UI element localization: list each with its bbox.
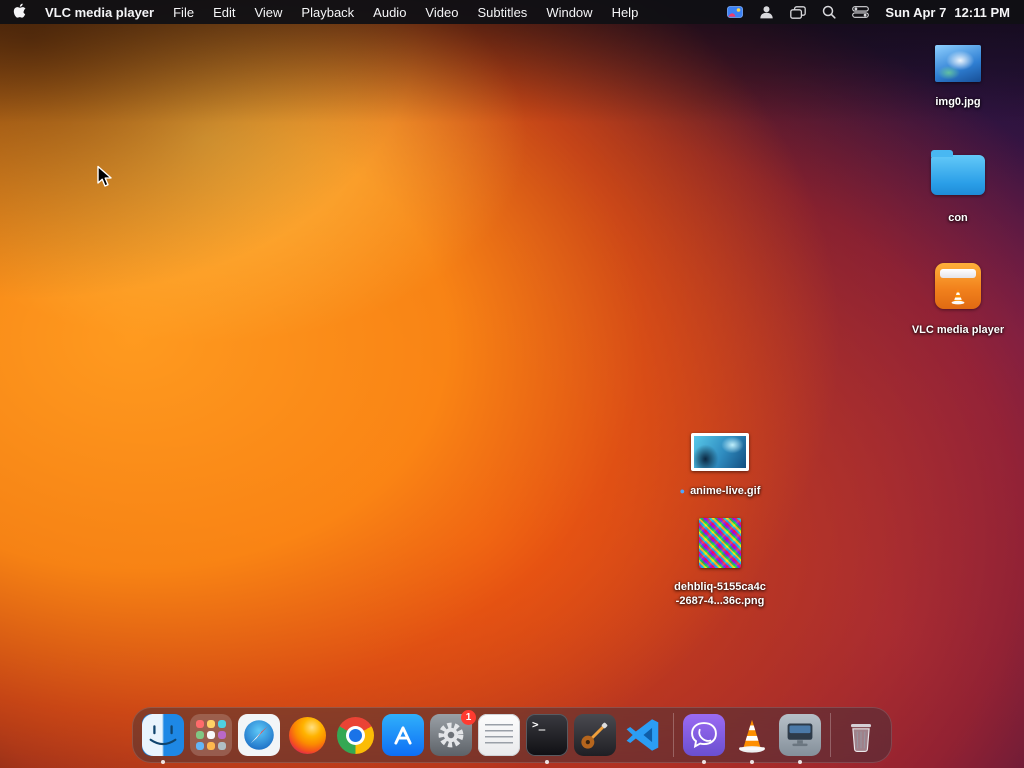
menu-video[interactable]: Video xyxy=(425,5,458,20)
desktop: VLC media player File Edit View Playback… xyxy=(0,0,1024,768)
screen-mirroring-icon[interactable] xyxy=(727,5,744,19)
desktop-icon-label: VLC media player xyxy=(911,324,1005,336)
desktop-icon-img0[interactable]: img0.jpg xyxy=(903,45,1013,109)
desktop-icon-vlc-drive[interactable]: VLC media player xyxy=(903,263,1013,337)
vscode-icon xyxy=(626,719,659,751)
dock-item-app-store[interactable] xyxy=(382,714,424,756)
label-line-1: dehbliq-5155ca4c xyxy=(674,581,766,593)
dock-item-terminal[interactable]: >_ xyxy=(526,714,568,764)
dock-item-trash[interactable] xyxy=(840,714,882,756)
desktop-icon-dehbliq[interactable]: dehbliq-5155ca4c -2687-4...36c.png xyxy=(661,518,779,609)
dock-item-display-app[interactable] xyxy=(779,714,821,764)
menu-help[interactable]: Help xyxy=(612,5,639,20)
apple-icon xyxy=(13,3,26,18)
menu-view[interactable]: View xyxy=(254,5,282,20)
menu-bar-status: Sun Apr 7 12:11 PM xyxy=(727,5,1024,20)
viber-icon xyxy=(683,714,725,756)
user-switch-icon[interactable] xyxy=(759,5,774,19)
image-thumbnail-icon xyxy=(699,518,741,568)
wallpaper xyxy=(0,0,1024,768)
app-store-icon xyxy=(382,714,424,756)
menu-bar-left: VLC media player File Edit View Playback… xyxy=(0,3,638,22)
spotlight-icon[interactable] xyxy=(822,5,837,19)
running-indicator xyxy=(702,760,706,764)
desktop-icon-label: dehbliq-5155ca4c -2687-4...36c.png xyxy=(674,580,766,609)
dock-item-system-settings[interactable]: 1 xyxy=(430,710,476,756)
dock-item-garageband[interactable] xyxy=(574,714,616,756)
dock-item-chrome[interactable] xyxy=(334,714,376,756)
menu-edit[interactable]: Edit xyxy=(213,5,235,20)
dock-item-launchpad[interactable] xyxy=(190,714,232,756)
display-app-icon xyxy=(779,714,821,756)
textedit-icon xyxy=(478,714,520,756)
dock-item-firefox[interactable] xyxy=(286,714,328,756)
apple-menu[interactable] xyxy=(13,3,26,22)
garageband-icon xyxy=(574,714,616,756)
dock-item-vscode[interactable] xyxy=(622,714,664,756)
menu-audio[interactable]: Audio xyxy=(373,5,406,20)
menu-subtitles[interactable]: Subtitles xyxy=(477,5,527,20)
finder-icon xyxy=(142,714,184,756)
dock-item-safari[interactable] xyxy=(238,714,280,756)
dock: 1 >_ xyxy=(132,707,892,764)
menu-clock-time: 12:11 PM xyxy=(954,4,1010,20)
vlc-cone-icon xyxy=(739,719,765,753)
desktop-icon-label: anime-live.gif xyxy=(690,485,761,497)
menu-clock-date: Sun Apr 7 xyxy=(885,4,947,20)
running-indicator xyxy=(798,760,802,764)
terminal-icon: >_ xyxy=(526,714,568,756)
dock-divider xyxy=(673,713,674,757)
image-thumbnail-icon xyxy=(691,433,749,471)
dock-item-viber[interactable] xyxy=(683,714,725,764)
dock-item-vlc[interactable] xyxy=(731,714,773,764)
sync-status-dot: ● xyxy=(679,485,686,496)
running-indicator xyxy=(161,760,165,764)
control-center-icon[interactable] xyxy=(852,6,870,18)
firefox-icon xyxy=(288,716,326,754)
safari-icon xyxy=(238,714,280,756)
desktop-icon-label: con xyxy=(948,212,968,224)
vlc-cone-icon xyxy=(951,289,965,305)
dock-item-textedit[interactable] xyxy=(478,714,520,756)
stage-manager-icon[interactable] xyxy=(790,5,807,19)
desktop-icon-anime-live[interactable]: ● anime-live.gif xyxy=(658,433,782,498)
notification-badge: 1 xyxy=(461,710,476,725)
menu-playback[interactable]: Playback xyxy=(301,5,354,20)
running-indicator xyxy=(750,760,754,764)
app-menu-title[interactable]: VLC media player xyxy=(45,5,154,20)
dock-item-finder[interactable] xyxy=(142,714,184,764)
launchpad-icon xyxy=(190,714,232,756)
drive-icon xyxy=(935,263,981,309)
desktop-icon-con-folder[interactable]: con xyxy=(903,150,1013,225)
trash-icon xyxy=(850,724,872,752)
desktop-icon-label: img0.jpg xyxy=(935,96,981,108)
dock-divider xyxy=(830,713,831,757)
menu-clock[interactable]: Sun Apr 7 12:11 PM xyxy=(885,5,1010,20)
image-thumbnail-icon xyxy=(935,45,981,82)
folder-icon xyxy=(931,150,985,195)
chrome-icon xyxy=(336,716,374,754)
menu-file[interactable]: File xyxy=(173,5,194,20)
terminal-prompt-glyph: >_ xyxy=(532,718,546,731)
menu-window[interactable]: Window xyxy=(546,5,592,20)
label-line-2: -2687-4...36c.png xyxy=(675,595,765,608)
running-indicator xyxy=(545,760,549,764)
menu-bar: VLC media player File Edit View Playback… xyxy=(0,0,1024,24)
